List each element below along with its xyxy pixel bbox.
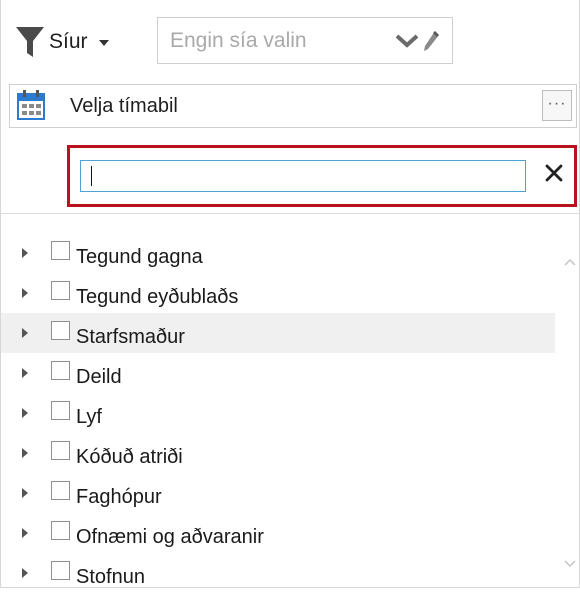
tree-item-checkbox[interactable]: [51, 240, 70, 260]
tree-row[interactable]: Lyf: [1, 393, 555, 433]
tree-item-checkbox[interactable]: [51, 280, 70, 300]
tree-item-checkbox[interactable]: [51, 480, 70, 500]
filter-select-placeholder: Engin sía valin: [170, 28, 307, 52]
filter-tree: Tegund gagna Tegund eyðublaðs Starfsmaður D…: [1, 222, 555, 588]
tree-row[interactable]: Stofnun: [1, 553, 555, 593]
tree-item-label: Kóðuð atriði: [76, 445, 183, 468]
triangle-right-icon[interactable]: [21, 247, 29, 259]
triangle-right-icon[interactable]: [21, 447, 29, 459]
period-label: Velja tímabil: [70, 95, 178, 117]
tree-item-checkbox[interactable]: [51, 560, 70, 580]
triangle-right-icon[interactable]: [21, 567, 29, 579]
triangle-right-icon[interactable]: [21, 487, 29, 499]
tree-row[interactable]: Deild: [1, 353, 555, 393]
funnel-icon: [16, 27, 44, 57]
triangle-right-icon[interactable]: [21, 327, 29, 339]
filter-select[interactable]: Engin sía valin: [157, 17, 453, 64]
triangle-right-icon[interactable]: [21, 527, 29, 539]
text-cursor: [91, 166, 92, 186]
tree-item-label: Tegund eyðublaðs: [76, 285, 239, 308]
tree-item-label: Lyf: [76, 405, 102, 428]
triangle-right-icon[interactable]: [21, 287, 29, 299]
tree-row[interactable]: Tegund eyðublaðs: [1, 273, 555, 313]
period-selector[interactable]: Velja tímabil ···: [9, 84, 577, 128]
tree-item-label: Starfsmaður: [76, 325, 185, 348]
ellipsis-icon[interactable]: ···: [542, 90, 572, 121]
search-box: [67, 145, 577, 207]
caret-down-icon: [98, 40, 109, 46]
filter-menu-button[interactable]: Síur: [15, 22, 137, 62]
tree-row[interactable]: Starfsmaður: [1, 313, 555, 353]
tree-scrollbar[interactable]: [559, 256, 579, 586]
tree-item-label: Faghópur: [76, 485, 162, 508]
tree-item-checkbox[interactable]: [51, 440, 70, 460]
tree-item-label: Ofnæmi og aðvaranir: [76, 525, 264, 548]
calendar-icon: [17, 90, 45, 120]
filter-panel: Síur Engin sía valin Velja tímabil ··· T…: [0, 0, 580, 588]
triangle-right-icon[interactable]: [21, 407, 29, 419]
tree-item-label: Stofnun: [76, 565, 145, 588]
tree-item-checkbox[interactable]: [51, 360, 70, 380]
divider: [1, 213, 580, 214]
chevron-down-icon[interactable]: [394, 33, 420, 49]
tree-item-checkbox[interactable]: [51, 320, 70, 340]
tree-item-label: Tegund gagna: [76, 245, 203, 268]
filter-toolbar: Síur Engin sía valin: [1, 0, 580, 80]
tree-row[interactable]: Ofnæmi og aðvaranir: [1, 513, 555, 553]
tree-item-label: Deild: [76, 365, 122, 388]
tree-item-checkbox[interactable]: [51, 400, 70, 420]
chevron-up-icon[interactable]: [564, 258, 576, 266]
search-input[interactable]: [80, 160, 526, 192]
triangle-right-icon[interactable]: [21, 367, 29, 379]
tree-row[interactable]: Kóðuð atriði: [1, 433, 555, 473]
pencil-icon[interactable]: [422, 29, 440, 53]
close-icon[interactable]: [544, 163, 564, 183]
filter-menu-label: Síur: [49, 30, 88, 53]
tree-row[interactable]: Tegund gagna: [1, 233, 555, 273]
tree-row[interactable]: Faghópur: [1, 473, 555, 513]
chevron-down-icon[interactable]: [564, 560, 576, 568]
tree-item-checkbox[interactable]: [51, 520, 70, 540]
